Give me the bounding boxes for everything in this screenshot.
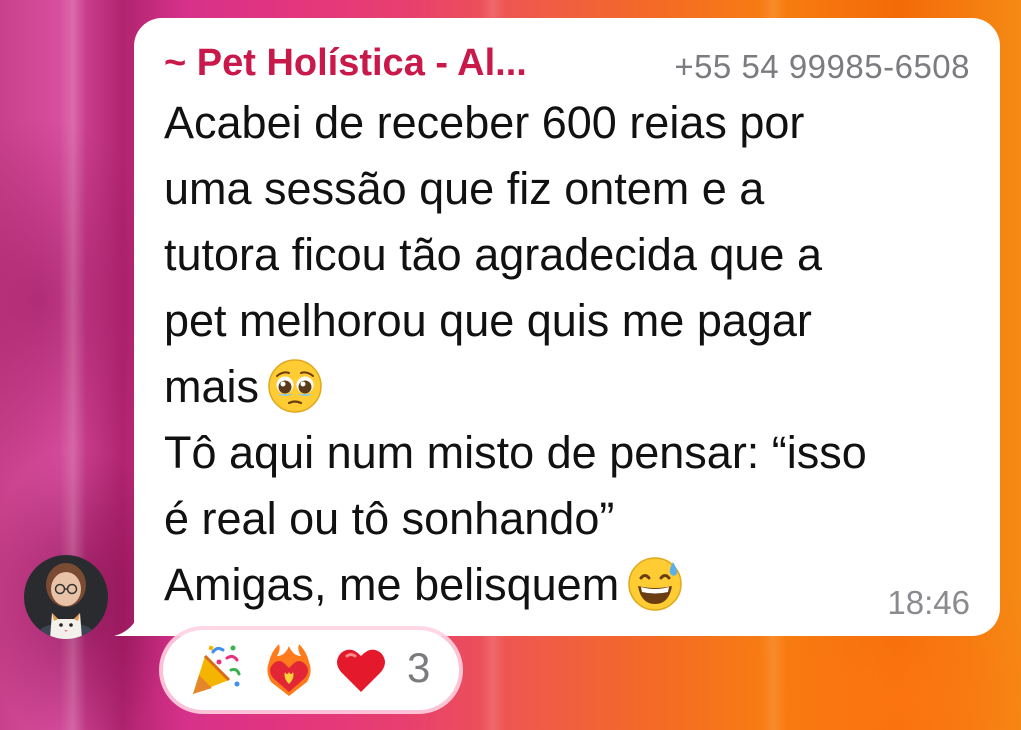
message-line: tutora ficou tão agradecida que a: [164, 229, 822, 280]
reaction-count: 3: [407, 644, 431, 691]
heart-on-fire-icon[interactable]: [261, 642, 317, 698]
reactions-bar[interactable]: 3: [163, 630, 459, 710]
sender-phone[interactable]: +55 54 99985-6508: [674, 48, 970, 86]
message-line: Tô aqui num misto de pensar: “isso: [164, 427, 867, 478]
message-timestamp: 18:46: [887, 584, 970, 621]
avatar-photo: [24, 555, 108, 639]
sender-avatar[interactable]: [24, 555, 108, 639]
sender-name[interactable]: ~ Pet Holística - Al...: [164, 42, 527, 85]
message-line: pet melhorou que quis me pagar: [164, 295, 812, 346]
message-line: é real ou tô sonhando”: [164, 493, 615, 544]
message-bubble[interactable]: ~ Pet Holística - Al... +55 54 99985-650…: [134, 18, 1000, 636]
party-popper-icon[interactable]: [187, 642, 243, 698]
message-line: Amigas, me belisquem: [164, 557, 683, 616]
red-heart-icon[interactable]: [333, 642, 389, 698]
pleading-face-icon: [268, 359, 322, 413]
grinning-sweat-icon: [628, 557, 682, 611]
message-line: Acabei de receber 600 reias por: [164, 97, 805, 148]
message-line: mais: [164, 359, 323, 418]
message-header: ~ Pet Holística - Al... +55 54 99985-650…: [164, 38, 970, 86]
message-line: uma sessão que fiz ontem e a: [164, 163, 765, 214]
